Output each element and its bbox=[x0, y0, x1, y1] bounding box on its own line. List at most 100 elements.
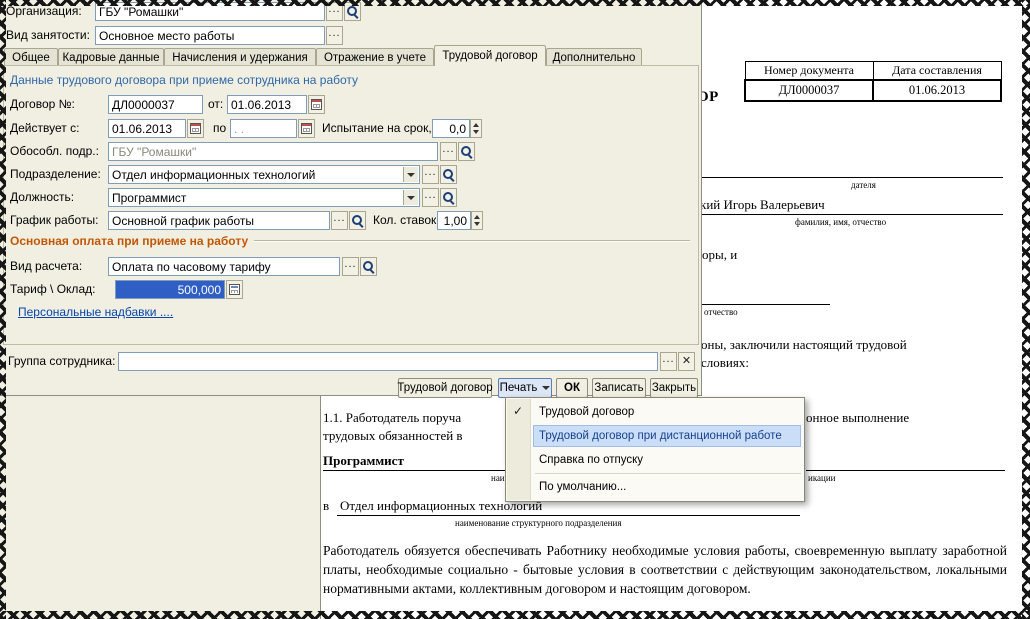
menu-item-po-umolchaniyu[interactable]: По умолчанию... bbox=[506, 475, 804, 499]
contract-date-calendar-button[interactable] bbox=[308, 95, 325, 114]
close-button[interactable]: Закрыть bbox=[650, 378, 698, 398]
department-open-button[interactable] bbox=[440, 165, 457, 184]
rate-count-spinner[interactable] bbox=[471, 211, 483, 230]
valid-to-label: по bbox=[213, 121, 227, 135]
divider bbox=[254, 240, 690, 242]
doc-position-caption-right: икации bbox=[808, 473, 836, 483]
employee-group-browse-button[interactable]: ... bbox=[660, 352, 677, 371]
save-button[interactable]: Записать bbox=[592, 378, 646, 398]
doc-number-value: ДЛ0000037 bbox=[744, 79, 874, 102]
schedule-open-button[interactable] bbox=[349, 211, 366, 230]
doc-date-header: Дата составления bbox=[872, 61, 1002, 81]
button-label: Записать bbox=[594, 382, 644, 394]
doc-clause-right: онное выполнение bbox=[806, 410, 910, 425]
menu-item-distance-contract[interactable]: Трудовой договор при дистанционной работ… bbox=[506, 424, 804, 448]
tab-label: Общее bbox=[12, 51, 50, 64]
calendar-icon bbox=[311, 99, 322, 110]
employment-label: Вид занятости: bbox=[6, 28, 90, 42]
spin-up-icon bbox=[474, 215, 480, 219]
tab-label: Трудовой договор bbox=[442, 50, 538, 62]
department-dropdown-button[interactable] bbox=[403, 167, 418, 182]
tab-otrazhenie[interactable]: Отражение в учете bbox=[316, 48, 434, 66]
doc-underline bbox=[700, 177, 1003, 178]
doc-clause-left: 1.1. Работодатель поруча bbox=[323, 410, 462, 425]
doc-underline bbox=[337, 515, 800, 516]
schedule-field[interactable]: Основной график работы bbox=[108, 211, 330, 230]
menu-item-label: Трудовой договор bbox=[539, 406, 635, 418]
contract-footer-button[interactable]: Трудовой договор bbox=[397, 378, 493, 398]
separate-division-open-button[interactable] bbox=[458, 142, 475, 161]
separate-division-field[interactable]: ГБУ "Ромашки" bbox=[108, 142, 438, 161]
schedule-browse-button[interactable]: ... bbox=[331, 211, 348, 230]
salary-field[interactable]: 500,000 bbox=[115, 280, 225, 299]
position-value: Программист bbox=[112, 190, 187, 205]
pay-section-header: Основная оплата при приеме на работу bbox=[10, 234, 690, 248]
doc-underline bbox=[323, 470, 505, 471]
separate-division-browse-button[interactable]: ... bbox=[440, 142, 457, 161]
employee-group-field[interactable] bbox=[118, 352, 658, 371]
tab-dopolnitelno[interactable]: Дополнительно bbox=[546, 48, 642, 66]
doc-obligation-paragraph: Работодатель обязуется обеспечивать Рабо… bbox=[323, 543, 1007, 596]
menu-item-trudovoy-dogovor[interactable]: ✓ Трудовой договор bbox=[506, 400, 804, 424]
contract-date-field[interactable]: 01.06.2013 bbox=[227, 95, 307, 114]
button-label: ОК bbox=[564, 382, 580, 394]
valid-from-calendar-button[interactable] bbox=[187, 119, 204, 138]
position-field[interactable]: Программист bbox=[108, 188, 420, 207]
valid-to-field[interactable]: . . bbox=[230, 119, 297, 138]
employment-browse-button[interactable]: ... bbox=[326, 26, 343, 45]
contract-number-field[interactable]: ДЛ0000037 bbox=[108, 95, 203, 114]
chevron-down-icon bbox=[407, 172, 415, 177]
calendar-icon bbox=[190, 123, 201, 134]
separate-division-value: ГБУ "Ромашки" bbox=[112, 144, 197, 159]
valid-from-field[interactable]: 01.06.2013 bbox=[108, 119, 186, 138]
calc-type-field[interactable]: Оплата по часовому тарифу bbox=[108, 257, 340, 276]
valid-to-calendar-button[interactable] bbox=[298, 119, 315, 138]
magnifier-icon bbox=[362, 260, 375, 273]
employment-field[interactable]: Основное место работы bbox=[95, 26, 325, 45]
tab-obshchee[interactable]: Общее bbox=[4, 48, 58, 66]
doc-clause-left: трудовых обязанностей в bbox=[323, 428, 463, 443]
salary-calculator-button[interactable] bbox=[226, 280, 243, 299]
position-label: Должность: bbox=[10, 190, 75, 204]
spin-down-icon bbox=[473, 130, 479, 134]
menu-item-spravka-po-otpusku[interactable]: Справка по отпуску bbox=[506, 448, 804, 472]
employee-group-clear-button[interactable]: ✕ bbox=[678, 352, 695, 371]
dropdown-arrow-icon bbox=[542, 386, 551, 390]
position-open-button[interactable] bbox=[440, 188, 457, 207]
ok-button[interactable]: ОК bbox=[556, 378, 588, 398]
magnifier-icon bbox=[346, 5, 359, 18]
doc-employer-caption: дателя bbox=[851, 180, 876, 190]
organization-open-button[interactable] bbox=[344, 2, 361, 21]
tab-trudovoy-dogovor[interactable]: Трудовой договор bbox=[434, 45, 546, 66]
organization-field[interactable]: ГБУ "Ромашки" bbox=[95, 2, 325, 21]
button-label: Трудовой договор bbox=[397, 382, 493, 394]
position-dropdown-button[interactable] bbox=[403, 190, 418, 205]
employee-group-label: Группа сотрудника: bbox=[8, 354, 116, 368]
ellipsis-icon: ... bbox=[662, 352, 675, 365]
ellipsis-icon: ... bbox=[328, 2, 341, 15]
valid-from-value: 01.06.2013 bbox=[112, 121, 173, 136]
tab-label: Дополнительно bbox=[552, 51, 636, 64]
probation-field[interactable]: 0,0 bbox=[432, 119, 470, 138]
salary-label: Тариф \ Оклад: bbox=[10, 282, 96, 296]
spin-up-icon bbox=[473, 123, 479, 127]
tab-nachisleniya[interactable]: Начисления и удержания bbox=[164, 48, 316, 66]
print-button[interactable]: Печать bbox=[498, 378, 552, 398]
calc-type-browse-button[interactable]: ... bbox=[342, 257, 359, 276]
position-browse-button[interactable]: ... bbox=[422, 188, 439, 207]
screen: Номер документа Дата составления ДЛ00000… bbox=[0, 0, 1030, 619]
tab-kadrovye-dannye[interactable]: Кадровые данные bbox=[58, 48, 164, 66]
department-browse-button[interactable]: ... bbox=[422, 165, 439, 184]
organization-browse-button[interactable]: ... bbox=[326, 2, 343, 21]
magnifier-icon bbox=[351, 214, 364, 227]
contract-date-value: 01.06.2013 bbox=[231, 97, 292, 112]
probation-spinner[interactable] bbox=[470, 119, 482, 138]
rate-count-field[interactable]: 1,00 bbox=[437, 211, 471, 230]
doc-underline bbox=[806, 470, 1005, 471]
doc-department-prefix: в bbox=[323, 498, 330, 513]
calc-type-open-button[interactable] bbox=[360, 257, 377, 276]
department-field[interactable]: Отдел информационных технологий bbox=[108, 165, 420, 184]
tab-label: Начисления и удержания bbox=[172, 51, 308, 64]
probation-value: 0,0 bbox=[449, 121, 466, 136]
personal-bonuses-link[interactable]: Персональные надбавки .... bbox=[18, 305, 173, 319]
